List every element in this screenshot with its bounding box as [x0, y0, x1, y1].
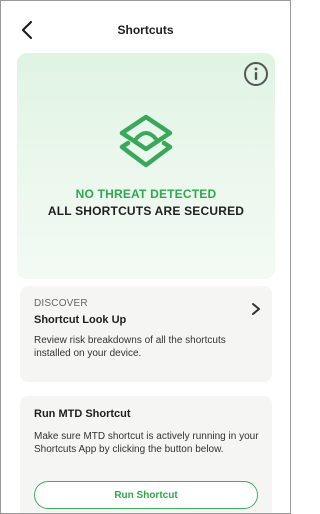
layers-shield-icon [119, 114, 173, 168]
card-description: Make sure MTD shortcut is actively runni… [34, 431, 259, 455]
info-icon [244, 62, 268, 86]
header: Shortcuts [1, 1, 290, 53]
security-status-panel: NO THREAT DETECTED ALL SHORTCUTS ARE SEC… [17, 53, 275, 279]
card-title: Run MTD Shortcut [34, 408, 131, 420]
threat-status: NO THREAT DETECTED [75, 187, 217, 201]
card-description: Review risk breakdowns of all the shortc… [34, 335, 226, 359]
run-mtd-shortcut-card: Run MTD Shortcut Make sure MTD shortcut … [20, 396, 272, 513]
open-lookup-button[interactable] [250, 302, 262, 316]
card-kicker: DISCOVER [34, 298, 88, 309]
card-title: Shortcut Look Up [34, 314, 127, 326]
app-screen: Shortcuts NO THREAT DETECTED ALL SHORTCU… [0, 0, 291, 514]
shortcut-lookup-card[interactable]: DISCOVER Shortcut Look Up Review risk br… [20, 286, 272, 382]
secured-status: ALL SHORTCUTS ARE SECURED [47, 204, 245, 218]
page-title: Shortcuts [117, 23, 174, 37]
chevron-right-icon [252, 303, 260, 315]
info-button[interactable] [243, 61, 269, 87]
run-shortcut-button[interactable]: Run Shortcut [34, 481, 258, 509]
